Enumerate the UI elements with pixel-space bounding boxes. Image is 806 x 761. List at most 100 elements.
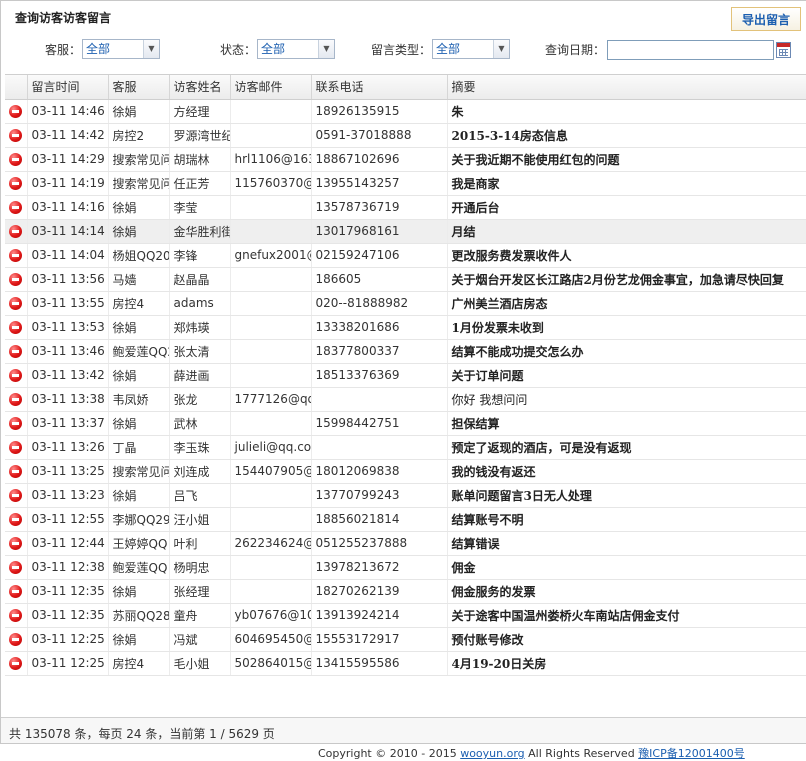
visitor-name-cell: 毛小姐	[169, 651, 231, 676]
chevron-down-icon: ▼	[143, 40, 159, 58]
column-header-visitor-email[interactable]: 访客邮件	[230, 75, 312, 100]
table-row[interactable]: 03-11 12:25徐娟冯斌604695450@c15553172917预付账…	[5, 627, 806, 652]
time-cell: 03-11 14:14	[27, 219, 109, 244]
column-header-phone[interactable]: 联系电话	[311, 75, 448, 100]
stop-icon[interactable]	[9, 321, 23, 334]
column-header-summary[interactable]: 摘要	[447, 75, 806, 100]
stop-icon[interactable]	[9, 297, 23, 310]
table-row[interactable]: 03-11 13:37 徐娟 武林 15998442751 担保结算	[5, 411, 806, 436]
time-cell: 03-11 12:25	[27, 651, 109, 676]
table-row[interactable]: 03-11 13:56 马嫱 赵晶晶 186605 关于烟台开发区长江路店2月份艺龙佣金…	[5, 267, 806, 292]
phone-cell: 18270262139	[311, 579, 448, 604]
stop-icon[interactable]	[9, 441, 23, 454]
time-cell: 03-11 12:44	[27, 531, 109, 556]
column-header-visitor-name[interactable]: 访客姓名	[169, 75, 231, 100]
date-input[interactable]	[607, 40, 774, 60]
rights-text: All Rights Reserved	[524, 747, 639, 760]
time-cell: 03-11 12:35	[27, 579, 109, 604]
visitor-email-cell: 115760370@q	[230, 171, 312, 196]
agent-select[interactable]: 全部 ▼	[82, 39, 160, 59]
table-row[interactable]: 03-11 13:42 徐娟 薛进画 18513376369 关于订单问题	[5, 363, 806, 388]
stop-icon[interactable]	[9, 513, 23, 526]
column-header-agent[interactable]: 客服	[108, 75, 170, 100]
stop-icon[interactable]	[9, 465, 23, 478]
table-row[interactable]: 03-11 13:25搜索常见问刘连成154407905@c1801206983…	[5, 459, 806, 484]
stop-icon[interactable]	[9, 657, 23, 670]
table-row[interactable]: 03-11 14:42 房控2 罗源湾世纪 0591-37018888 2015-3-1…	[5, 123, 806, 148]
type-select[interactable]: 全部 ▼	[432, 39, 510, 59]
table-row[interactable]: 03-11 14:16 徐娟 李莹 13578736719 开通后台	[5, 195, 806, 220]
visitor-email-cell	[230, 339, 312, 364]
table-row[interactable]: 03-11 14:46 徐娟 方经理 18926135915 朱	[5, 99, 806, 124]
stop-icon[interactable]	[9, 273, 23, 286]
table-row[interactable]: 03-11 12:55 李娜QQ29 汪小姐 18856021814 结算账号不明	[5, 507, 806, 532]
stop-icon[interactable]	[9, 561, 23, 574]
table-row[interactable]: 03-11 12:35 苏丽QQ28 童舟 yb07676@10(1391392421…	[5, 603, 806, 628]
stop-icon[interactable]	[9, 393, 23, 406]
stop-icon[interactable]	[9, 225, 23, 238]
visitor-name-cell: 任正芳	[169, 171, 231, 196]
stop-icon[interactable]	[9, 633, 23, 646]
table-row[interactable]: 03-11 13:55 房控4 adams 020--81888982 广州美兰酒店房态	[5, 291, 806, 316]
summary-cell: 我的钱没有返还	[447, 459, 806, 484]
stop-icon[interactable]	[9, 105, 23, 118]
date-filter-label: 查询日期：	[545, 43, 606, 57]
visitor-name-cell: 吕飞	[169, 483, 231, 508]
table-row[interactable]: 03-11 13:38 韦凤娇 张龙 1777126@qq. 你好 我想问问	[5, 387, 806, 412]
phone-cell: 13338201686	[311, 315, 448, 340]
table-row[interactable]: 03-11 12:35 徐娟 张经理 18270262139 佣金服务的发票	[5, 579, 806, 604]
stop-icon[interactable]	[9, 417, 23, 430]
phone-cell: 020--81888982	[311, 291, 448, 316]
table-row[interactable]: 03-11 12:25房控4毛小姐502864015@c134155955864…	[5, 651, 806, 676]
table-row[interactable]: 03-11 14:04 杨姐QQ20 李锋 gnefux2001@ 0215924710…	[5, 243, 806, 268]
phone-cell: 02159247106	[311, 243, 448, 268]
copyright-footer: Copyright © 2010 - 2015 wooyun.org All R…	[318, 745, 745, 761]
stop-icon[interactable]	[9, 585, 23, 598]
table-row[interactable]: 03-11 14:14 徐娟 金华胜利街 13017968161 月结	[5, 219, 806, 244]
table-row[interactable]: 03-11 14:29搜索常见问胡瑞林hrl1106@163.188671026…	[5, 147, 806, 172]
icp-link[interactable]: 豫ICP备12001400号	[638, 747, 745, 760]
stop-icon[interactable]	[9, 537, 23, 550]
table-body: 03-11 14:46 徐娟 方经理 18926135915 朱 03-11 14:42 房…	[5, 99, 806, 676]
visitor-name-cell: adams	[169, 291, 231, 316]
export-messages-button[interactable]: 导出留言	[731, 7, 801, 31]
site-link[interactable]: wooyun.org	[460, 747, 524, 760]
visitor-email-cell: yb07676@10(	[230, 603, 312, 628]
stop-icon[interactable]	[9, 201, 23, 214]
summary-cell: 佣金服务的发票	[447, 579, 806, 604]
stop-icon[interactable]	[9, 345, 23, 358]
visitor-name-cell: 李锋	[169, 243, 231, 268]
table-row[interactable]: 03-11 13:23 徐娟 吕飞 13770799243 账单问题留言3日无人处理	[5, 483, 806, 508]
stop-icon[interactable]	[9, 129, 23, 142]
calendar-icon[interactable]	[776, 42, 791, 58]
phone-cell: 18926135915	[311, 99, 448, 124]
status-select-value: 全部	[261, 42, 286, 56]
phone-cell	[311, 435, 448, 460]
column-header-time[interactable]: 留言时间	[27, 75, 109, 100]
summary-cell: 朱	[447, 99, 806, 124]
row-status-cell	[5, 555, 28, 580]
agent-cell: 徐娟	[108, 99, 170, 124]
table-row[interactable]: 03-11 13:46 鲍爱莲QQ2 张太清 18377800337 结算不能成功提交怎…	[5, 339, 806, 364]
row-status-cell	[5, 483, 28, 508]
stop-icon[interactable]	[9, 609, 23, 622]
stop-icon[interactable]	[9, 369, 23, 382]
stop-icon[interactable]	[9, 177, 23, 190]
stop-icon[interactable]	[9, 249, 23, 262]
table-row[interactable]: 03-11 12:38 鲍爱莲QQ 杨明忠 13978213672 佣金	[5, 555, 806, 580]
phone-cell: 13578736719	[311, 195, 448, 220]
summary-cell: 关于我近期不能使用红包的问题	[447, 147, 806, 172]
stop-icon[interactable]	[9, 153, 23, 166]
row-status-cell	[5, 339, 28, 364]
phone-cell: 13978213672	[311, 555, 448, 580]
table-row[interactable]: 03-11 12:44王婷婷QQ叶利262234624@c05125523788…	[5, 531, 806, 556]
table-row[interactable]: 03-11 13:26丁晶李玉珠julieli@qq.com 预定了返现的酒店，可…	[5, 435, 806, 460]
visitor-email-cell	[230, 411, 312, 436]
table-row[interactable]: 03-11 13:53 徐娟 郑炜瑛 13338201686 1月份发票未收到	[5, 315, 806, 340]
stop-icon[interactable]	[9, 489, 23, 502]
status-select[interactable]: 全部 ▼	[257, 39, 335, 59]
copyright-text: Copyright © 2010 - 2015	[318, 747, 461, 760]
table-row[interactable]: 03-11 14:19搜索常见问任正芳115760370@q1395514325…	[5, 171, 806, 196]
visitor-name-cell: 张太清	[169, 339, 231, 364]
agent-cell: 鲍爱莲QQ2	[108, 339, 170, 364]
